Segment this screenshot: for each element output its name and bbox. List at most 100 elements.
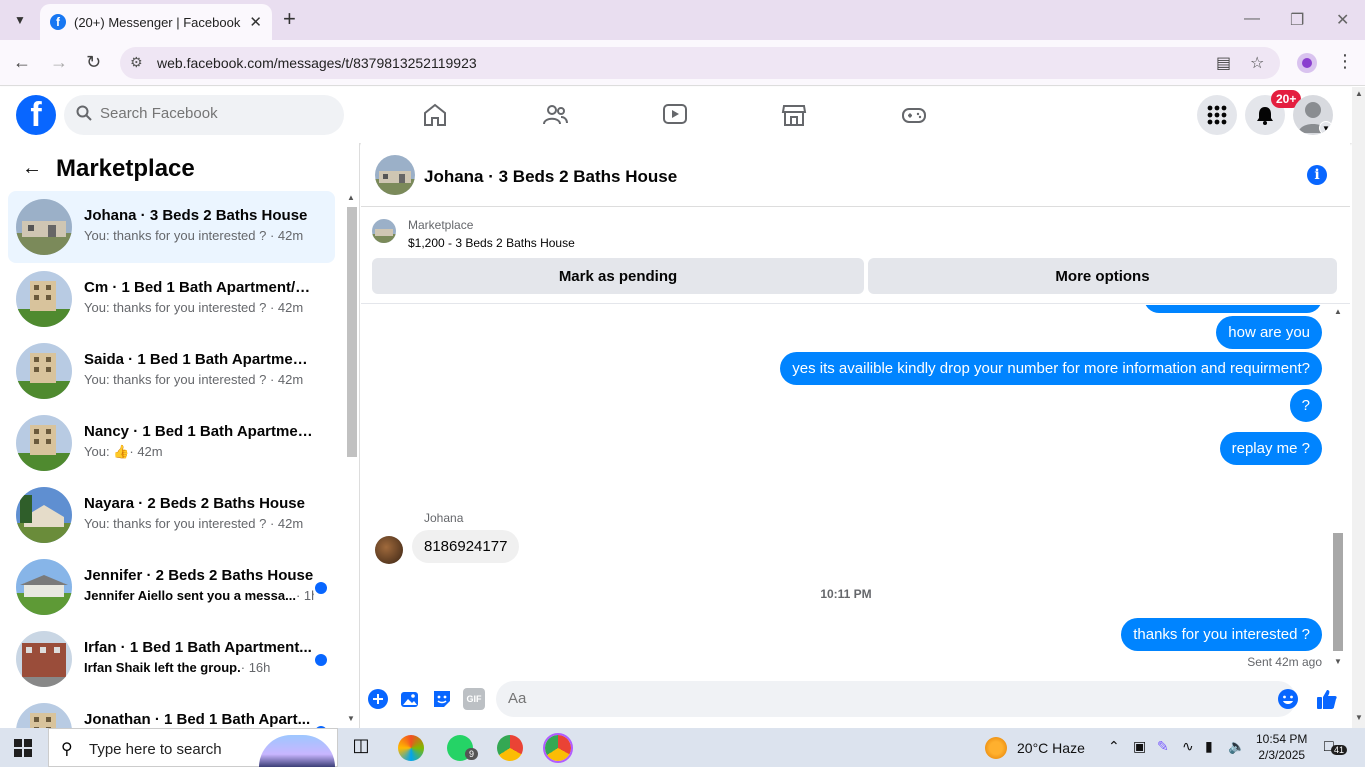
marketplace-label: Marketplace — [408, 218, 474, 232]
account-avatar[interactable]: ▼ — [1293, 95, 1333, 135]
taskbar-search-text[interactable]: Type here to search — [89, 741, 222, 758]
facebook-logo-icon[interactable]: f — [16, 95, 56, 135]
browser-menu-icon[interactable]: ⋮ — [1336, 51, 1354, 72]
conversation-item[interactable]: Nancy · 1 Bed 1 Bath Apartment... You: 👍·… — [8, 407, 335, 479]
chrome-profile-icon[interactable] — [543, 733, 573, 763]
back-button[interactable]: ← — [13, 52, 31, 73]
sticker-icon[interactable] — [431, 688, 453, 710]
scrollbar-thumb[interactable] — [347, 207, 357, 457]
forward-button[interactable]: → — [50, 52, 68, 73]
chrome-icon[interactable] — [497, 735, 523, 761]
search-highlight-image — [259, 735, 335, 767]
bookmark-star-icon[interactable]: ☆ — [1250, 53, 1264, 73]
conversation-item[interactable]: Saida · 1 Bed 1 Bath Apartment/... You: t… — [8, 335, 335, 407]
listing-title[interactable]: $1,200 - 3 Beds 2 Baths House — [408, 236, 575, 250]
conversation-item[interactable]: Irfan · 1 Bed 1 Bath Apartment... Irfan S… — [8, 623, 335, 695]
more-options-button[interactable]: More options — [868, 258, 1337, 294]
plus-circle-icon[interactable] — [367, 688, 389, 710]
friends-icon[interactable] — [542, 102, 568, 128]
conversation-snippet: You: thanks for you interested ? · 42m — [84, 300, 304, 315]
url-text[interactable]: web.facebook.com/messages/t/837981325211… — [157, 55, 477, 71]
reload-button[interactable]: ↻ — [86, 52, 101, 73]
sidebar-title: Marketplace — [56, 155, 195, 182]
marketplace-listing-bar: Marketplace $1,200 - 3 Beds 2 Baths Hous… — [361, 208, 1350, 304]
info-icon[interactable]: i — [1307, 165, 1327, 185]
conversation-item[interactable]: Jonathan · 1 Bed 1 Bath Apart... — [8, 695, 335, 728]
unread-dot — [315, 654, 327, 666]
message-timestamp: 10:11 PM — [820, 587, 872, 601]
close-window-button[interactable]: ✕ — [1336, 10, 1349, 30]
page-scrollbar[interactable]: ▲ ▼ — [1352, 87, 1365, 728]
tab-list-button[interactable]: ▼ — [6, 6, 34, 34]
weather-icon[interactable] — [985, 737, 1007, 759]
listing-thumbnail — [16, 199, 72, 255]
message-list: how are you yes its availible kindly dro… — [361, 305, 1336, 671]
chat-scrollbar[interactable]: ▲ ▼ — [1331, 305, 1345, 671]
notification-center-icon[interactable]: □ 41 — [1324, 738, 1348, 756]
chat-title[interactable]: Johana · 3 Beds 2 Baths House — [424, 167, 677, 187]
sidebar-scrollbar[interactable]: ▲ ▼ — [344, 191, 358, 726]
conversation-name: Irfan · 1 Bed 1 Bath Apartment... — [84, 639, 312, 656]
listing-thumbnail[interactable] — [372, 219, 396, 243]
gif-icon[interactable]: GIF — [463, 688, 485, 710]
task-view-icon[interactable]: ◫ — [348, 735, 374, 761]
chat-avatar[interactable] — [375, 155, 415, 195]
sender-avatar[interactable] — [375, 536, 403, 564]
site-info-icon[interactable]: ⚙ — [130, 54, 143, 71]
listing-thumbnail — [16, 343, 72, 399]
minimize-button[interactable]: — — [1244, 10, 1260, 28]
windows-start-icon[interactable] — [14, 739, 32, 757]
home-icon[interactable] — [422, 102, 448, 128]
conversation-snippet: You: thanks for you interested ? · 42m — [84, 516, 304, 531]
gaming-icon[interactable] — [901, 102, 927, 128]
like-thumbs-up-icon[interactable] — [1316, 688, 1338, 710]
battery-icon[interactable]: ▮ — [1205, 738, 1213, 755]
meet-icon[interactable]: ▣ — [1133, 738, 1146, 755]
copilot-icon[interactable] — [398, 735, 424, 761]
sidebar-header: ← Marketplace — [0, 143, 359, 191]
whatsapp-icon[interactable]: 9 — [447, 735, 479, 761]
search-input[interactable] — [100, 105, 320, 122]
sender-name: Johana — [424, 511, 464, 525]
unread-dot — [315, 582, 327, 594]
new-tab-button[interactable]: + — [283, 8, 296, 30]
message-composer: GIF — [361, 671, 1350, 728]
facebook-search[interactable] — [64, 95, 344, 135]
mark-as-pending-button[interactable]: Mark as pending — [372, 258, 864, 294]
message-input-wrapper[interactable] — [496, 681, 1296, 717]
weather-text[interactable]: 20°C Haze — [1017, 740, 1085, 756]
conversation-item[interactable]: Cm · 1 Bed 1 Bath Apartment/co... You: th… — [8, 263, 335, 335]
marketplace-icon[interactable] — [781, 102, 807, 128]
back-arrow-icon[interactable]: ← — [22, 157, 42, 180]
video-icon[interactable] — [662, 102, 688, 128]
photo-icon[interactable] — [399, 688, 421, 710]
install-app-icon[interactable]: ▤ — [1216, 53, 1231, 73]
facebook-favicon-icon: f — [50, 14, 66, 30]
message-bubble-outgoing: ? — [1289, 389, 1322, 422]
clock-date: 2/3/2025 — [1258, 748, 1306, 762]
scrollbar-thumb[interactable] — [1333, 533, 1343, 651]
conversation-snippet: Irfan Shaik left the group.· 16h — [84, 660, 271, 675]
conversation-item[interactable]: Jennifer · 2 Beds 2 Baths House Jennifer … — [8, 551, 335, 623]
wifi-icon[interactable]: ∿ — [1182, 738, 1194, 755]
search-icon: ⚲ — [61, 741, 73, 758]
browser-profile-icon[interactable] — [1297, 53, 1317, 73]
close-tab-icon[interactable]: ✕ — [249, 13, 262, 31]
menu-grid-button[interactable] — [1197, 95, 1237, 135]
taskbar-clock[interactable]: 10:54 PM 2/3/2025 — [1256, 731, 1307, 763]
pen-icon[interactable]: ✎ — [1157, 738, 1169, 755]
chat-pane: Johana · 3 Beds 2 Baths House i Marketpl… — [361, 143, 1350, 728]
message-input[interactable] — [508, 690, 1208, 707]
taskbar-search[interactable]: ⚲ Type here to search — [48, 728, 338, 767]
volume-muted-icon[interactable]: 🔈 — [1228, 738, 1245, 755]
tray-chevron-up-icon[interactable]: ⌃ — [1108, 738, 1120, 755]
chevron-down-icon: ▼ — [1319, 121, 1333, 135]
conversation-name: Cm · 1 Bed 1 Bath Apartment/co... — [84, 279, 314, 296]
browser-tab-active[interactable]: f (20+) Messenger | Facebook ✕ — [40, 4, 272, 40]
emoji-icon[interactable] — [1277, 688, 1299, 710]
omnibox[interactable]: ⚙ web.facebook.com/messages/t/8379813252… — [120, 47, 1280, 79]
message-bubble-outgoing: thanks for you interested ? — [1121, 618, 1322, 651]
conversation-item[interactable]: Johana · 3 Beds 2 Baths House You: thanks… — [8, 191, 335, 263]
restore-button[interactable]: ❐ — [1290, 10, 1304, 30]
conversation-item[interactable]: Nayara · 2 Beds 2 Baths House You: thanks… — [8, 479, 335, 551]
